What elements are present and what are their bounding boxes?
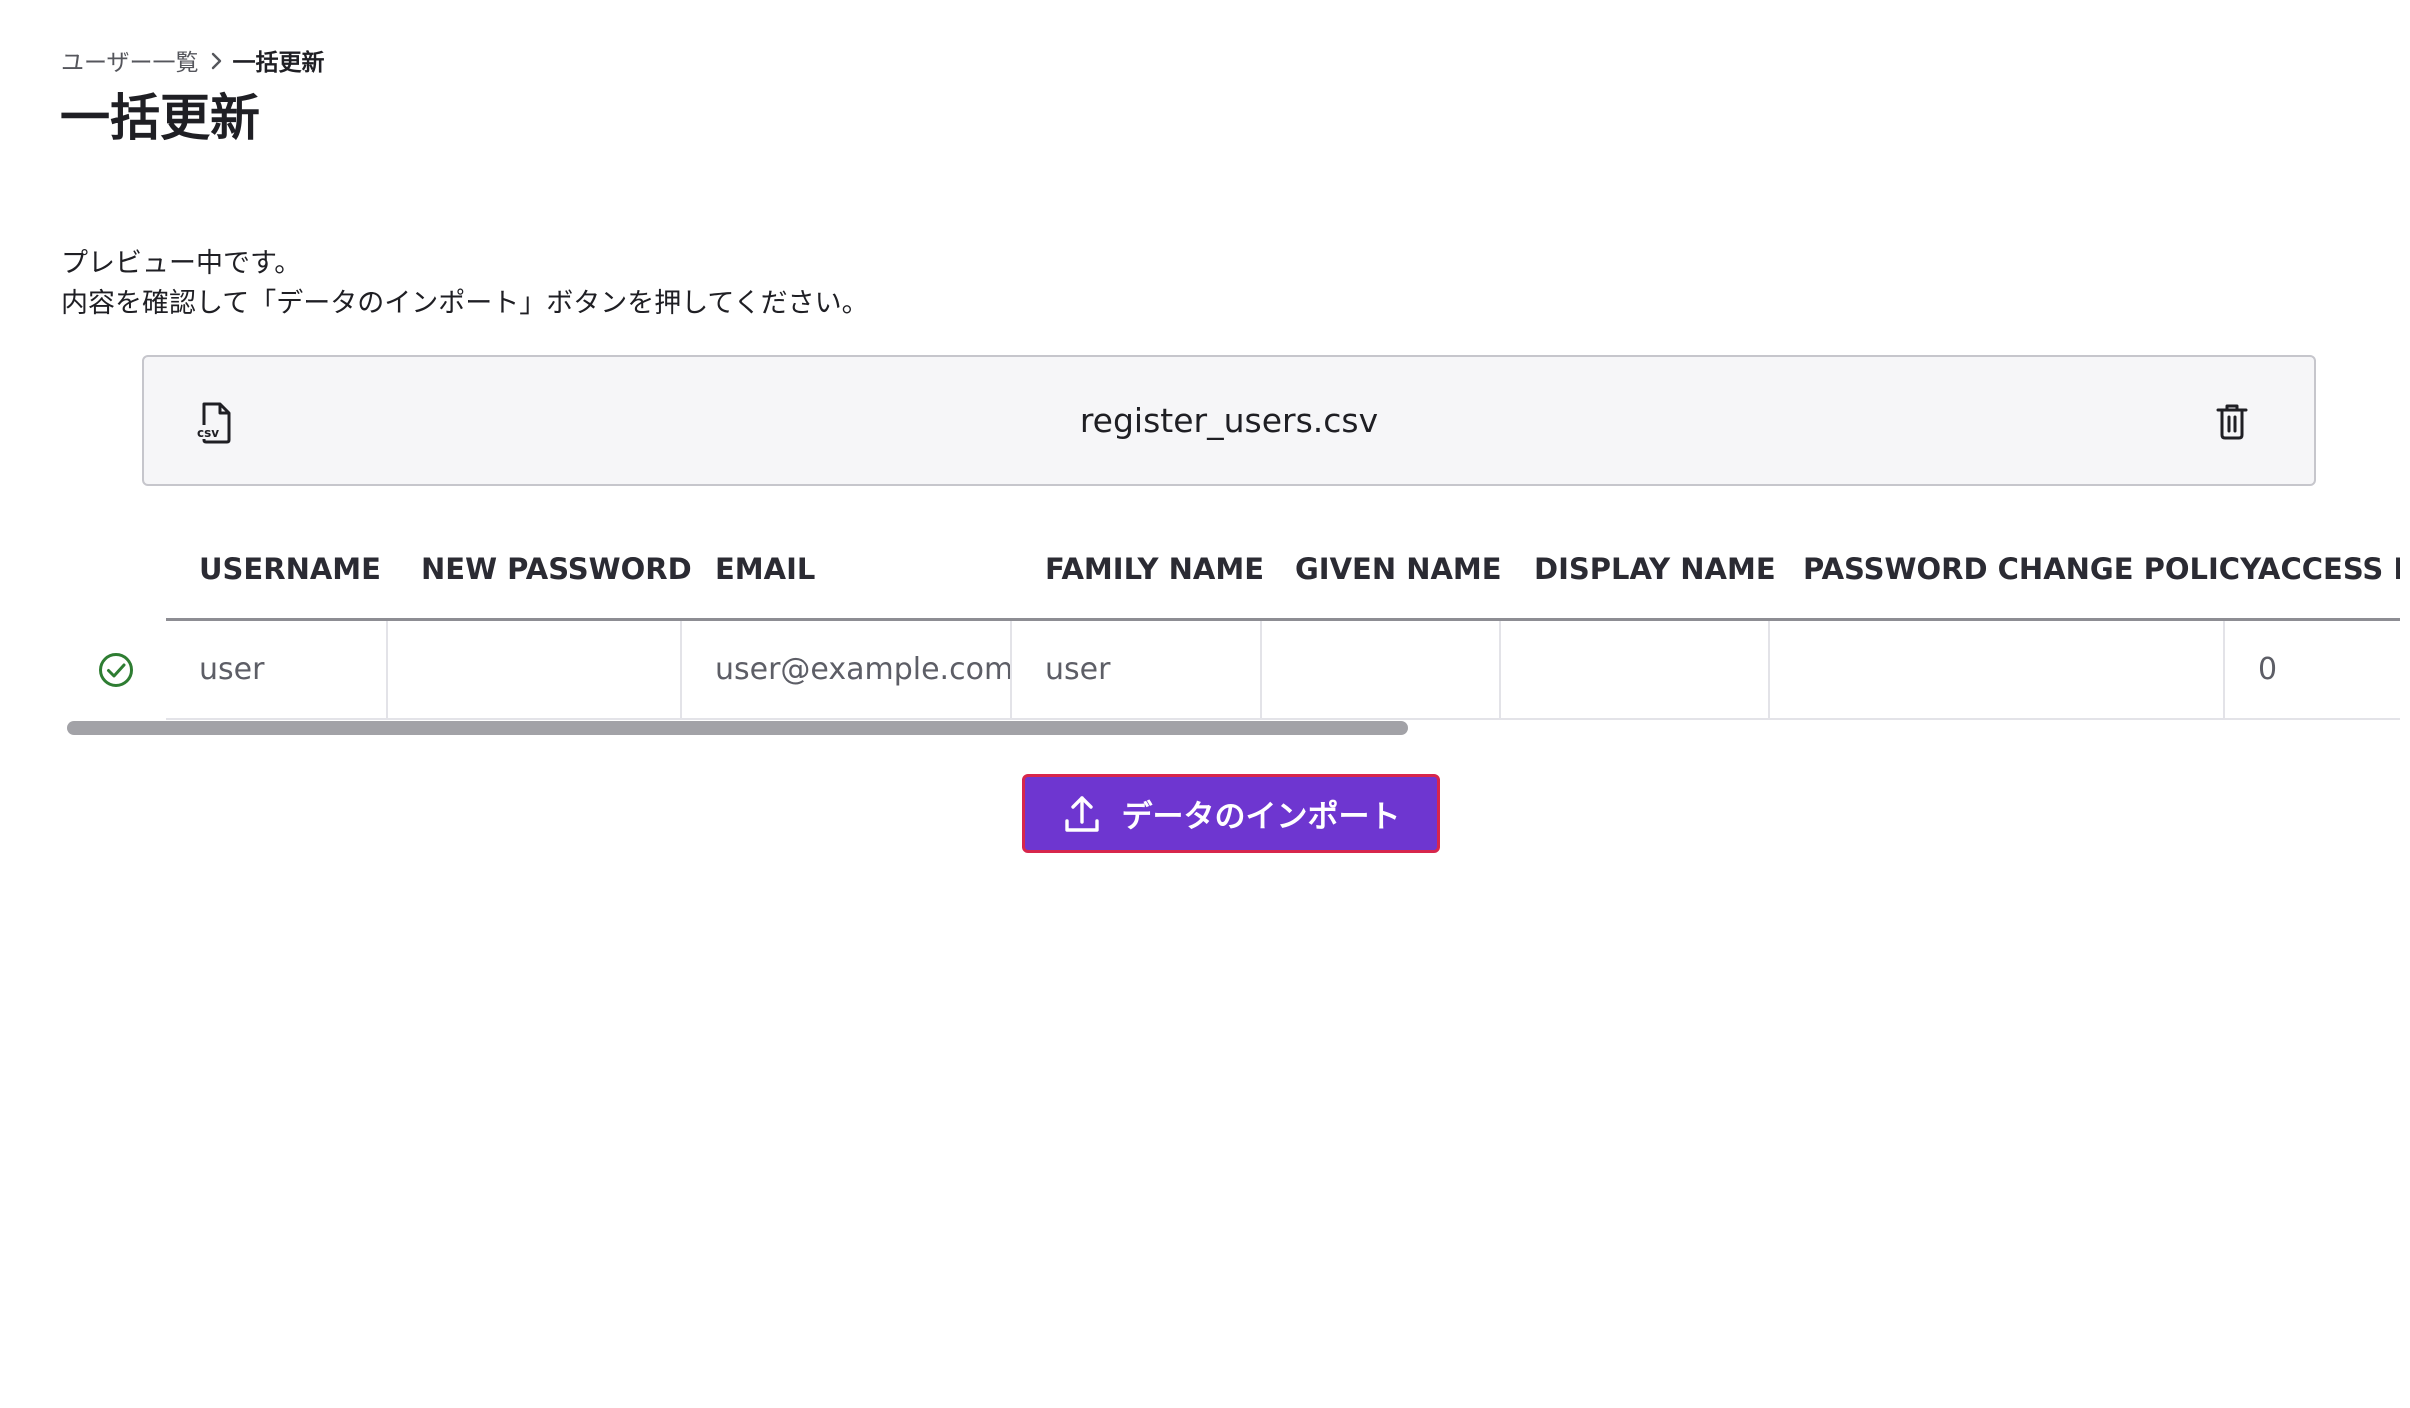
cell-divider	[1768, 621, 1770, 718]
column-header-access-policy: ACCESS POLICY	[2258, 552, 2400, 586]
file-name: register_users.csv	[1079, 401, 1379, 440]
horizontal-scrollbar[interactable]	[67, 721, 2400, 735]
column-header-given-name: GIVEN NAME	[1295, 552, 1502, 586]
column-header-new-password: NEW PASSWORD	[421, 552, 692, 586]
trash-icon[interactable]	[2212, 401, 2252, 441]
column-header-username: USERNAME	[199, 552, 381, 586]
preview-notice-line-2: 内容を確認して「データのインポート」ボタンを押してください。	[61, 288, 869, 319]
preview-table-scroll[interactable]: USERNAME NEW PASSWORD EMAIL FAMILY NAME …	[67, 520, 2400, 740]
breadcrumb-current: 一括更新	[232, 50, 325, 76]
cell-email: user@example.com	[715, 652, 1014, 687]
preview-notice: プレビュー中です。 内容を確認して「データのインポート」ボタンを押してください。	[61, 244, 869, 324]
column-header-display-name: DISPLAY NAME	[1534, 552, 1776, 586]
cell-access-policy: 0	[2258, 652, 2278, 687]
uploaded-file-card: csv register_users.csv	[142, 355, 2316, 486]
upload-icon	[1064, 795, 1099, 832]
check-circle-icon	[99, 653, 133, 687]
cell-divider	[1260, 621, 1262, 718]
page-title: 一括更新	[60, 89, 260, 147]
preview-notice-line-1: プレビュー中です。	[61, 248, 302, 279]
breadcrumb: ユーザー一覧 一括更新	[61, 44, 325, 76]
column-header-email: EMAIL	[715, 552, 816, 586]
horizontal-scrollbar-thumb[interactable]	[67, 721, 1408, 735]
breadcrumb-link-user-list[interactable]: ユーザー一覧	[61, 43, 199, 77]
cell-divider	[386, 621, 388, 718]
cell-username: user	[199, 652, 265, 687]
cell-family-name: user	[1045, 652, 1111, 687]
import-data-button-label: データのインポート	[1121, 799, 1401, 835]
cell-divider	[1010, 621, 1012, 718]
table-header: USERNAME NEW PASSWORD EMAIL FAMILY NAME …	[166, 520, 2400, 621]
import-data-button[interactable]: データのインポート	[1022, 774, 1440, 853]
cell-divider	[1499, 621, 1501, 718]
column-header-family-name: FAMILY NAME	[1045, 552, 1265, 586]
column-header-password-change-policy: PASSWORD CHANGE POLICY	[1803, 552, 2262, 586]
cell-divider	[680, 621, 682, 718]
table-row: user user@example.com user 0	[166, 621, 2400, 720]
cell-divider	[2223, 621, 2225, 718]
chevron-right-icon	[199, 47, 233, 73]
